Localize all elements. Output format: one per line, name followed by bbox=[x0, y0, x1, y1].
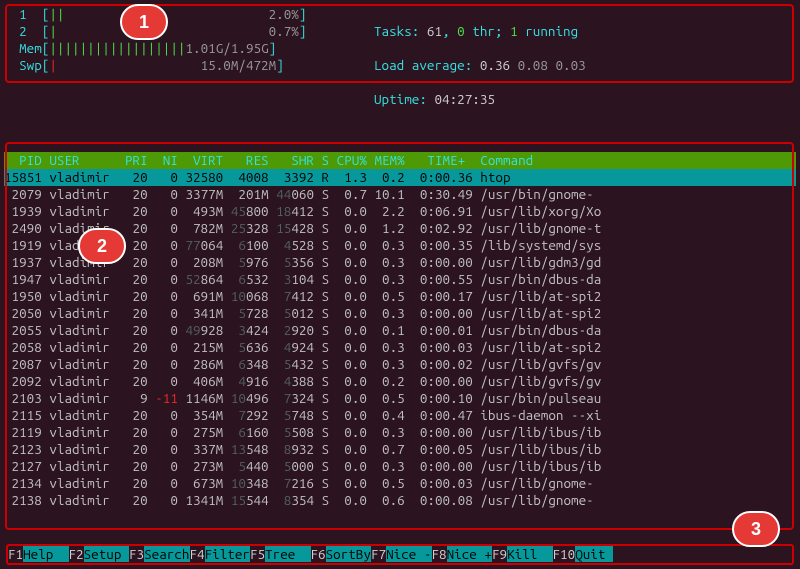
info-panel: Tasks: 61, 0 thr; 1 running Load average… bbox=[374, 6, 586, 142]
cpu2-meter: 2 [| 0.7%] bbox=[4, 23, 374, 40]
process-row[interactable]: 2087 vladimir 20 0 286M 6348 5432 S 0.0 … bbox=[4, 356, 796, 373]
process-row[interactable]: 2058 vladimir 20 0 215M 5636 4924 S 0.0 … bbox=[4, 339, 796, 356]
annotation-1: 1 bbox=[120, 4, 168, 40]
fkey-bar[interactable]: F1Help F2Setup F3SearchF4FilterF5Tree F6… bbox=[6, 544, 794, 565]
meters-panel: 1 [|| 2.0%] 2 [| 0.7%] Mem[|||||||||||||… bbox=[4, 6, 374, 142]
process-row[interactable]: 2123 vladimir 20 0 337M 13548 8932 S 0.0… bbox=[4, 441, 796, 458]
process-row[interactable]: 2055 vladimir 20 0 49928 3424 2920 S 0.0… bbox=[4, 322, 796, 339]
process-row[interactable]: 2079 vladimir 20 0 3377M 201M 44060 S 0.… bbox=[4, 186, 796, 203]
process-row[interactable]: 1937 vladimir 20 0 208M 5976 5356 S 0.0 … bbox=[4, 254, 796, 271]
annotation-2: 2 bbox=[78, 228, 126, 264]
column-header[interactable]: PID USER PRI NI VIRT RES SHR S CPU% MEM%… bbox=[4, 152, 796, 169]
process-row[interactable]: 1950 vladimir 20 0 691M 10068 7412 S 0.0… bbox=[4, 288, 796, 305]
swp-meter: Swp[| 15.0M/472M] bbox=[4, 57, 374, 74]
mem-meter: Mem[||||||||||||||||||1.01G/1.95G] bbox=[4, 40, 374, 57]
process-row[interactable]: 2134 vladimir 20 0 673M 10348 7216 S 0.0… bbox=[4, 475, 796, 492]
annotation-3: 3 bbox=[732, 511, 780, 547]
process-row[interactable]: 1947 vladimir 20 0 52864 6532 3104 S 0.0… bbox=[4, 271, 796, 288]
process-row[interactable]: 2050 vladimir 20 0 341M 5728 5012 S 0.0 … bbox=[4, 305, 796, 322]
process-row[interactable]: 15851 vladimir 20 0 32580 4008 3392 R 1.… bbox=[4, 169, 796, 186]
process-row[interactable]: 2103 vladimir 9 -11 1146M 10496 7324 S 0… bbox=[4, 390, 796, 407]
process-list[interactable]: 15851 vladimir 20 0 32580 4008 3392 R 1.… bbox=[4, 169, 796, 509]
process-row[interactable]: 1939 vladimir 20 0 493M 45800 18412 S 0.… bbox=[4, 203, 796, 220]
process-row[interactable]: 2127 vladimir 20 0 273M 5440 5000 S 0.0 … bbox=[4, 458, 796, 475]
cpu1-meter: 1 [|| 2.0%] bbox=[4, 6, 374, 23]
process-row[interactable]: 2138 vladimir 20 0 1341M 15544 8354 S 0.… bbox=[4, 492, 796, 509]
terminal-window: 1 [|| 2.0%] 2 [| 0.7%] Mem[|||||||||||||… bbox=[0, 0, 800, 569]
process-row[interactable]: 2115 vladimir 20 0 354M 7292 5748 S 0.0 … bbox=[4, 407, 796, 424]
process-row[interactable]: 2490 vladimir 20 0 782M 25328 15428 S 0.… bbox=[4, 220, 796, 237]
process-row[interactable]: 2092 vladimir 20 0 406M 4916 4388 S 0.0 … bbox=[4, 373, 796, 390]
process-row[interactable]: 2119 vladimir 20 0 275M 6160 5508 S 0.0 … bbox=[4, 424, 796, 441]
